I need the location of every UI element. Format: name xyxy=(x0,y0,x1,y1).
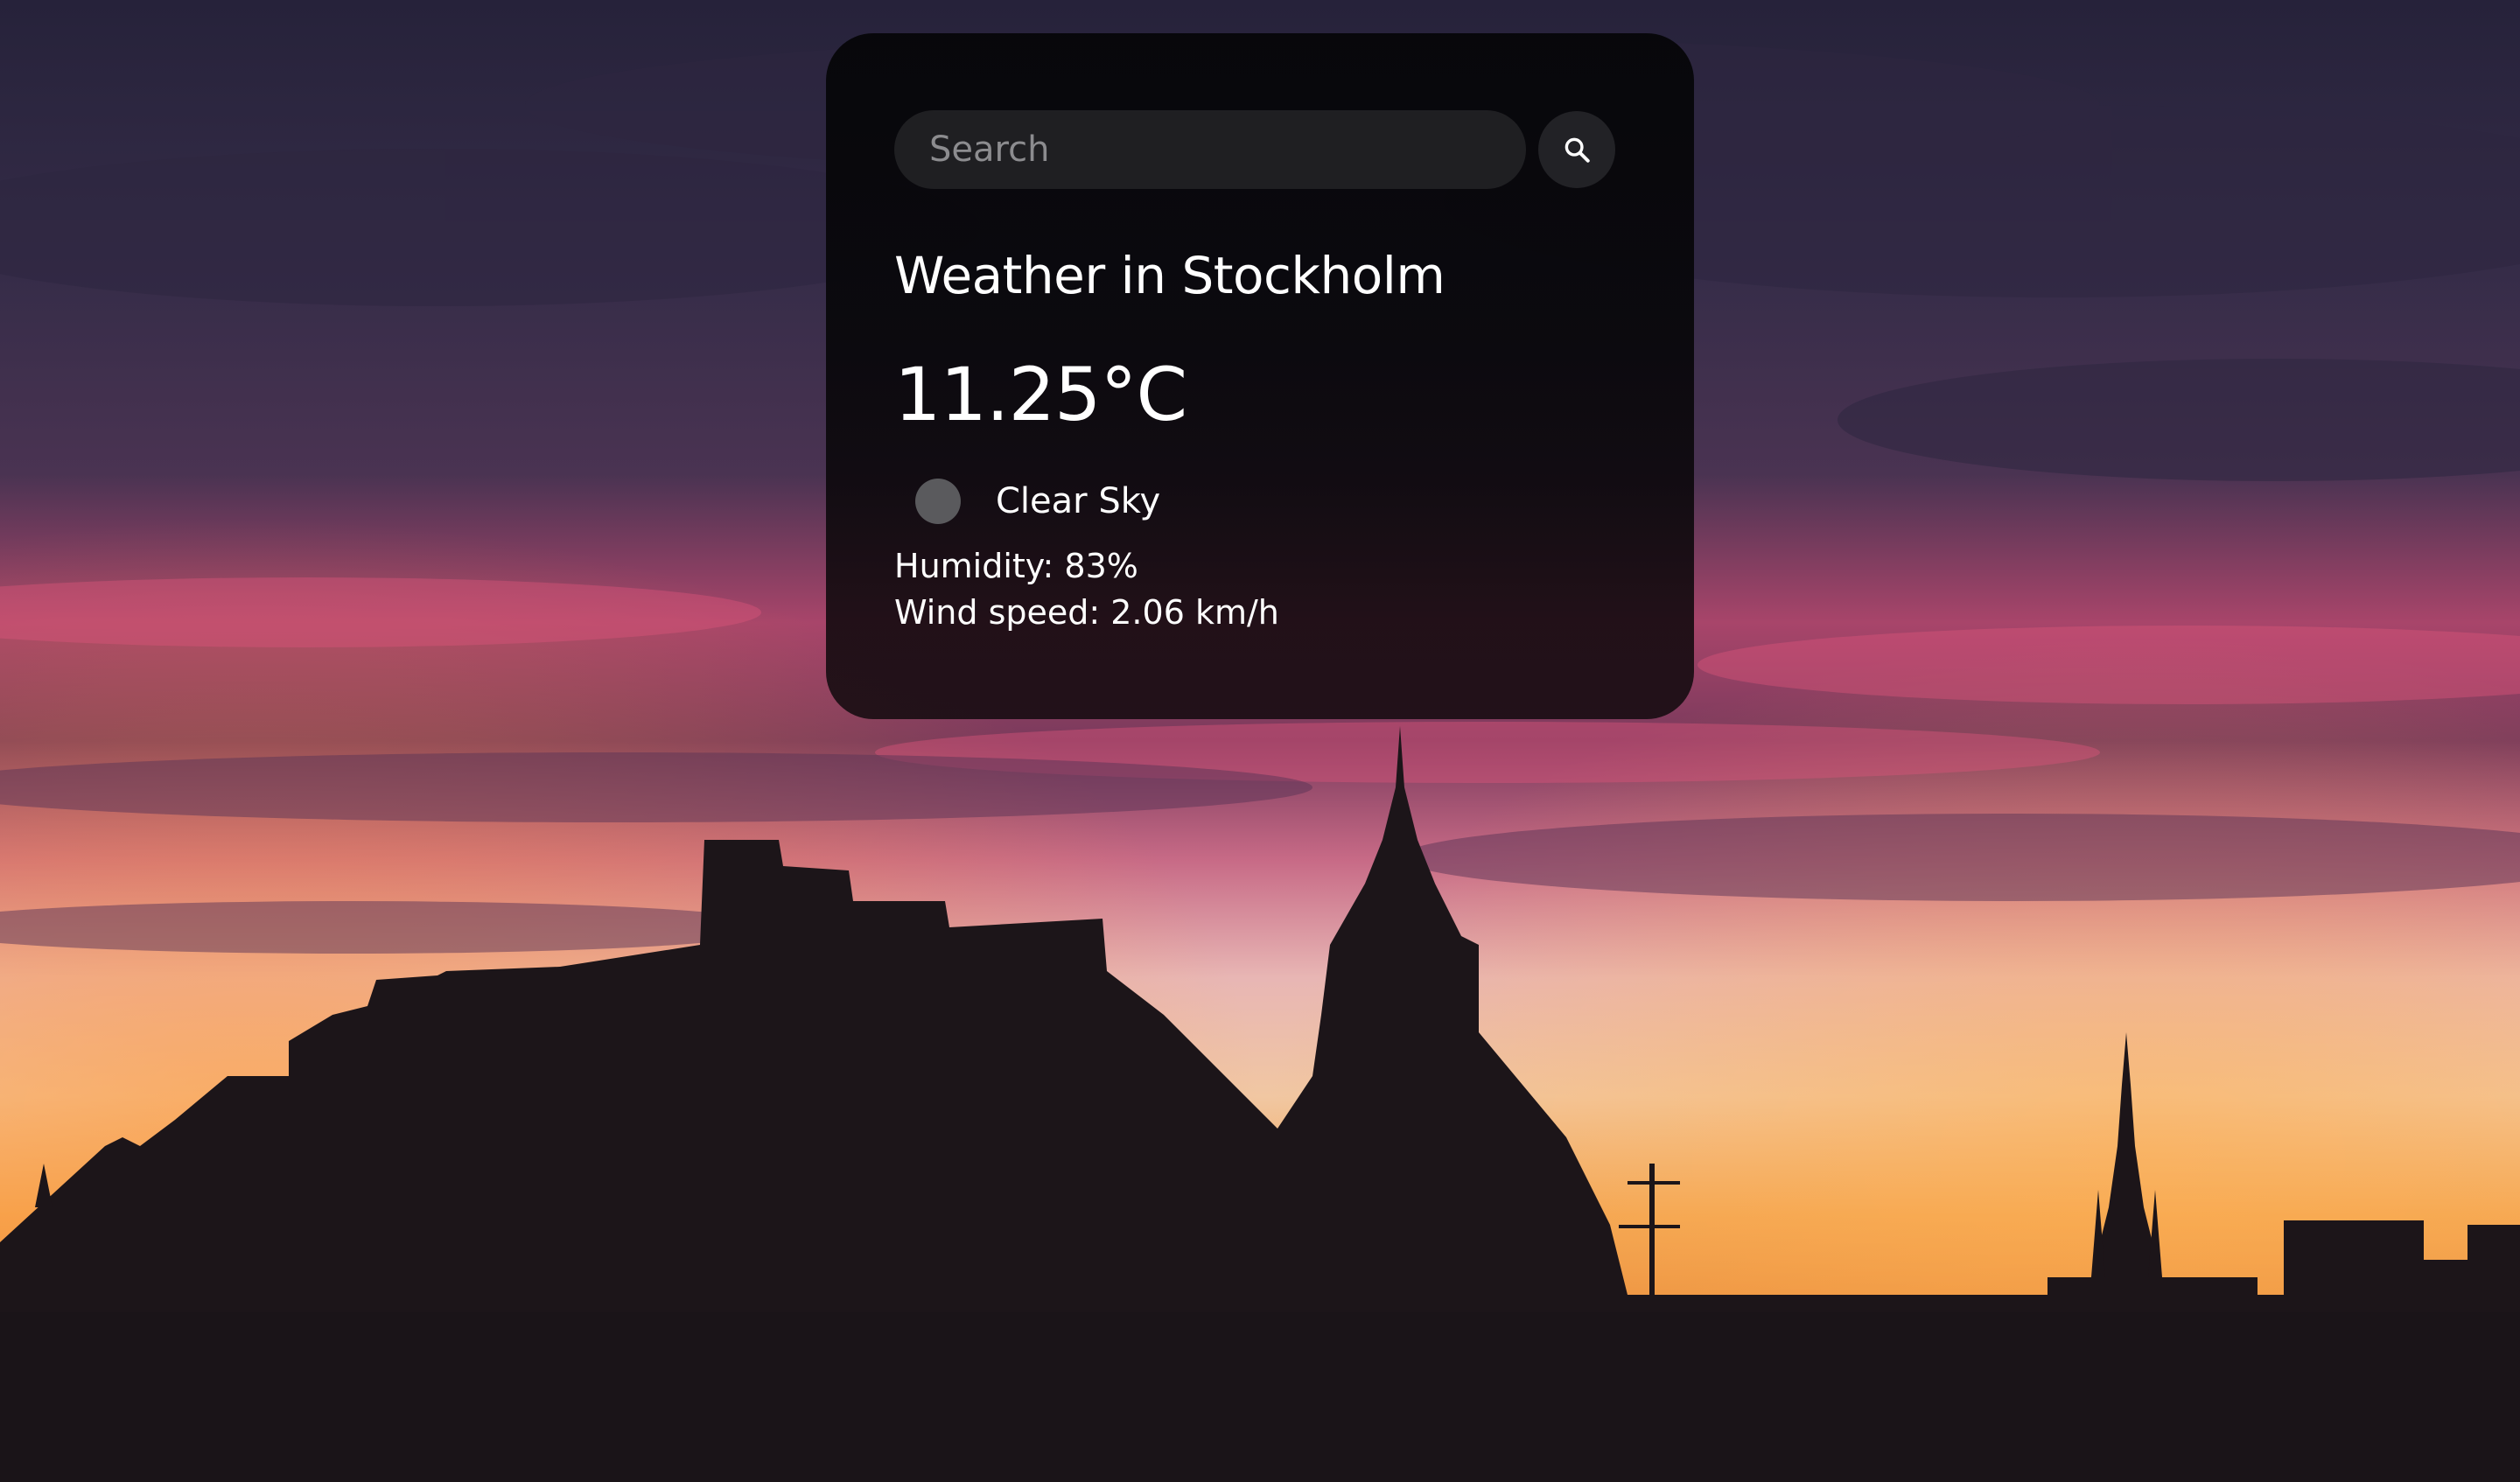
search-input[interactable] xyxy=(894,110,1526,189)
condition-row: Clear Sky xyxy=(894,479,1626,525)
city-title: Weather in Stockholm xyxy=(894,246,1446,305)
weather-card: Weather in Stockholm 11.25°C Clear Sky H… xyxy=(826,33,1694,719)
humidity: Humidity: 83% xyxy=(894,547,1138,586)
weather-condition-icon xyxy=(915,479,961,525)
wind-speed: Wind speed: 2.06 km/h xyxy=(894,593,1279,633)
search-button[interactable] xyxy=(1538,111,1615,188)
weather-description: Clear Sky xyxy=(996,481,1161,522)
temperature: 11.25°C xyxy=(894,351,1187,437)
search-icon xyxy=(1564,137,1590,163)
search-bar xyxy=(894,110,1626,189)
